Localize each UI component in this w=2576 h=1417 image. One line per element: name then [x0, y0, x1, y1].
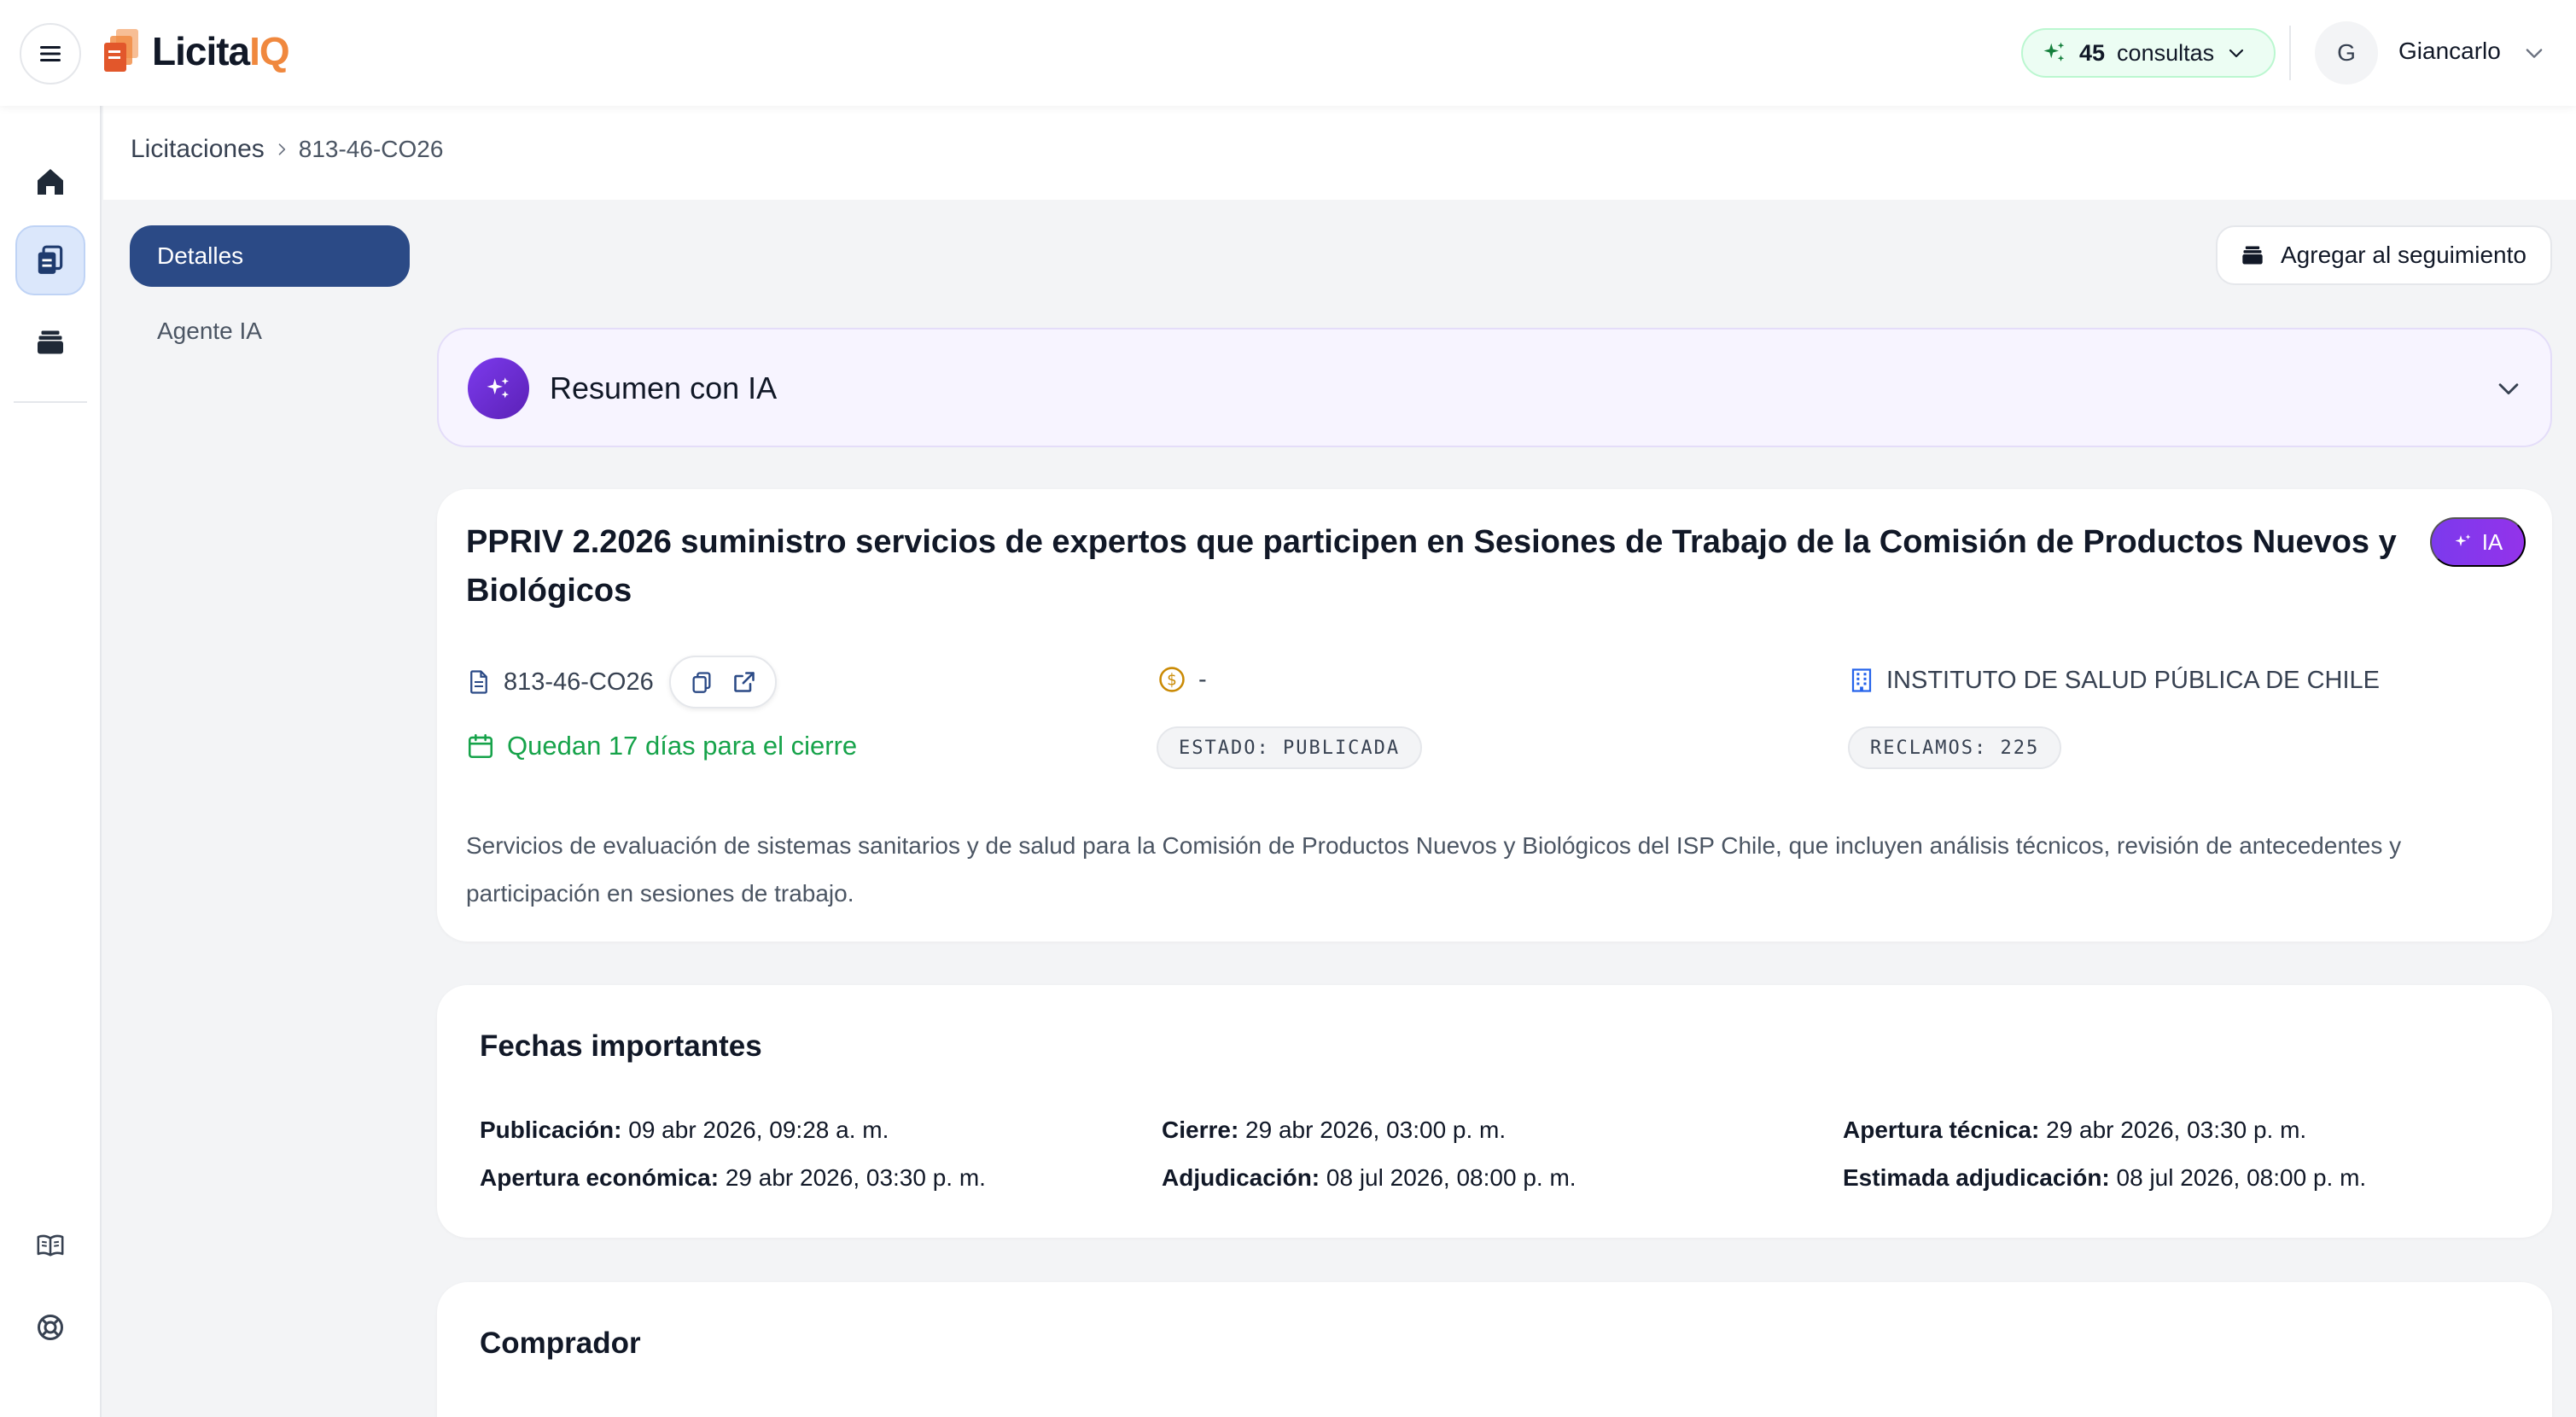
status-badge: ESTADO: PUBLICADA: [1157, 726, 1423, 769]
sidebar: [0, 106, 102, 1417]
clipboard-icon: [38, 245, 63, 274]
deadline-text: Quedan 17 días para el cierre: [507, 731, 858, 761]
add-to-tracking-button[interactable]: Agregar al seguimiento: [2216, 225, 2552, 285]
coin-dollar-icon: $: [1159, 667, 1185, 692]
top-bar: LicitaIQ 45 consultas G Giancarlo: [0, 0, 2576, 106]
breadcrumb-parent-link[interactable]: Licitaciones: [131, 135, 265, 164]
hamburger-icon: [40, 46, 61, 61]
sidebar-item-home[interactable]: [15, 147, 85, 217]
credits-label: consultas: [2117, 39, 2215, 66]
date-value: 08 jul 2026, 08:00 p. m.: [1326, 1164, 1576, 1191]
chevron-down-icon[interactable]: [2494, 374, 2523, 403]
avatar[interactable]: G: [2315, 21, 2378, 85]
buyer-section-title: Comprador: [480, 1327, 641, 1360]
add-to-tracking-label: Agregar al seguimiento: [2281, 242, 2526, 268]
tender-code-group: 813-46-CO26: [466, 656, 777, 708]
buyer-card: Comprador: [437, 1282, 2552, 1417]
date-value: 29 abr 2026, 03:00 p. m.: [1245, 1117, 1507, 1143]
date-label: Adjudicación:: [1162, 1164, 1320, 1191]
tender-code: 813-46-CO26: [504, 668, 654, 696]
date-value: 09 abr 2026, 09:28 a. m.: [628, 1117, 889, 1143]
tender-details-card: PPRIV 2.2026 suministro servicios de exp…: [437, 489, 2552, 942]
ai-summary-accordion[interactable]: Resumen con IA: [437, 328, 2552, 447]
header-divider: [2289, 26, 2291, 80]
ai-summary-badge: [468, 358, 529, 419]
date-value: 29 abr 2026, 03:30 p. m.: [2046, 1117, 2307, 1143]
chevron-right-icon: [278, 143, 285, 155]
logo-text-dark: Licita: [152, 29, 250, 73]
sparkles-icon: [2043, 42, 2065, 61]
credits-pill[interactable]: 45 consultas: [2021, 28, 2276, 78]
date-estimada-adjudicacion: Estimada adjudicación: 08 jul 2026, 08:0…: [1843, 1164, 2366, 1192]
tab-detalles[interactable]: Detalles: [130, 225, 410, 287]
user-name[interactable]: Giancarlo: [2398, 38, 2501, 65]
dates-section-title: Fechas importantes: [480, 1029, 762, 1063]
date-publicacion: Publicación: 09 abr 2026, 09:28 a. m.: [480, 1117, 889, 1144]
help-lifebuoy-icon: [38, 1315, 63, 1340]
ia-button-label: IA: [2481, 528, 2503, 555]
logo-text-accent: IQ: [249, 29, 290, 73]
sidebar-item-archivo[interactable]: [15, 307, 85, 377]
date-cierre: Cierre: 29 abr 2026, 03:00 p. m.: [1162, 1117, 1506, 1144]
svg-text:$: $: [1167, 671, 1177, 689]
date-apertura-economica: Apertura económica: 29 abr 2026, 03:30 p…: [480, 1164, 986, 1192]
breadcrumb-current: 813-46-CO26: [298, 136, 444, 162]
date-label: Cierre:: [1162, 1117, 1239, 1143]
tender-title: PPRIV 2.2026 suministro servicios de exp…: [466, 524, 2397, 609]
chevron-down-icon: [2229, 49, 2244, 58]
tender-amount: -: [1198, 665, 1207, 693]
tender-amount-group: $ -: [1157, 665, 1207, 694]
copy-icon[interactable]: [690, 670, 714, 694]
breadcrumb: Licitaciones 813-46-CO26: [131, 135, 443, 164]
logo-wordmark: LicitaIQ: [152, 28, 290, 74]
date-adjudicacion: Adjudicación: 08 jul 2026, 08:00 p. m.: [1162, 1164, 1576, 1192]
breadcrumb-bar: Licitaciones 813-46-CO26: [103, 106, 2576, 200]
date-label: Apertura técnica:: [1843, 1117, 2040, 1143]
home-icon: [38, 169, 63, 195]
archive-icon: [2242, 246, 2263, 265]
claims-badge: RECLAMOS: 225: [1848, 726, 2062, 769]
sidebar-divider: [14, 401, 87, 403]
credits-count: 45: [2079, 39, 2106, 66]
date-label: Estimada adjudicación:: [1843, 1164, 2110, 1191]
menu-button[interactable]: [20, 23, 81, 85]
important-dates-card: Fechas importantes Publicación: 09 abr 2…: [437, 985, 2552, 1238]
ia-button[interactable]: IA: [2430, 517, 2526, 567]
sparkles-icon: [2455, 534, 2471, 546]
ai-summary-title: Resumen con IA: [550, 370, 778, 405]
document-icon: [470, 670, 487, 694]
tab-agente-ia[interactable]: Agente IA: [157, 318, 262, 345]
date-label: Publicación:: [480, 1117, 622, 1143]
sidebar-item-docs[interactable]: [15, 1210, 85, 1280]
tender-description: Servicios de evaluación de sistemas sani…: [466, 832, 2402, 907]
buyer-org-name: INSTITUTO DE SALUD PÚBLICA DE CHILE: [1886, 666, 2380, 694]
deadline-group: Quedan 17 días para el cierre: [466, 731, 857, 761]
building-icon: [1851, 668, 1872, 692]
date-label: Apertura económica:: [480, 1164, 720, 1191]
sparkles-icon: [487, 377, 510, 399]
external-link-icon[interactable]: [732, 670, 756, 694]
sidebar-item-licitaciones[interactable]: [15, 225, 85, 295]
date-apertura-tecnica: Apertura técnica: 29 abr 2026, 03:30 p. …: [1843, 1117, 2306, 1144]
book-icon: [37, 1234, 64, 1257]
sidebar-item-help[interactable]: [15, 1292, 85, 1362]
app-logo[interactable]: LicitaIQ: [102, 26, 290, 77]
user-menu-chevron-icon[interactable]: [2522, 41, 2546, 65]
calendar-icon: [468, 733, 493, 759]
buyer-org-group: INSTITUTO DE SALUD PÚBLICA DE CHILE: [1849, 665, 2380, 696]
date-value: 29 abr 2026, 03:30 p. m.: [725, 1164, 986, 1191]
archive-icon: [38, 330, 63, 354]
date-value: 08 jul 2026, 08:00 p. m.: [2116, 1164, 2367, 1191]
code-actions: [668, 656, 777, 708]
logo-mark-icon: [104, 29, 138, 72]
